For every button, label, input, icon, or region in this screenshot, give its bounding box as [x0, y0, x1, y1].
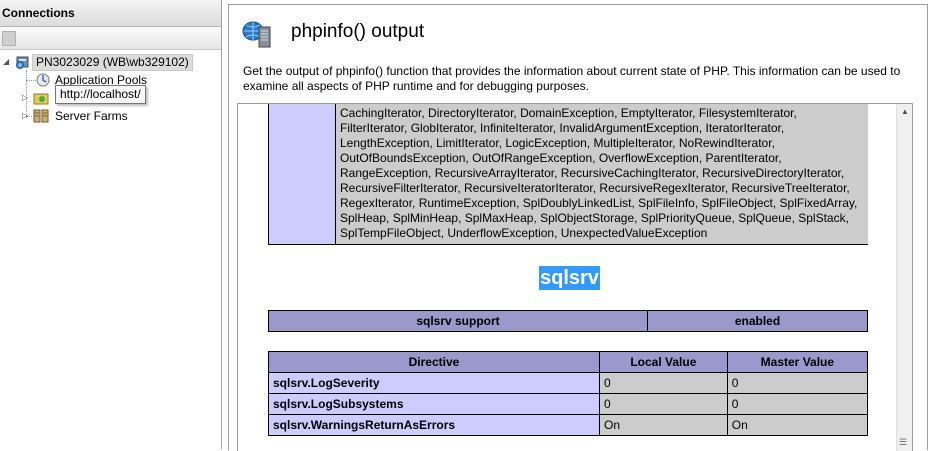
server-farms-label: Server Farms [55, 109, 128, 123]
local-value: 0 [599, 393, 728, 415]
server-farms-icon [33, 109, 49, 123]
table-row: sqlsrv.WarningsReturnAsErrors On On [268, 414, 869, 436]
spl-classes-key-cell [269, 104, 336, 244]
class-list-line: SplHeap, SplMinHeap, SplMaxHeap, SplObje… [340, 211, 849, 225]
master-value: 0 [726, 372, 869, 394]
class-list-line: FilterIterator, GlobIterator, InfiniteIt… [340, 121, 785, 135]
class-list-line: RangeException, RecursiveArrayIterator, … [340, 166, 845, 180]
application-pools-icon [36, 73, 50, 87]
table-header-row: Directive Local Value Master Value [268, 351, 869, 373]
class-list-line: CachingIterator, DirectoryIterator, Doma… [340, 106, 797, 120]
directive-header: Directive [268, 351, 600, 373]
expand-arrow-icon[interactable]: ▷ [22, 94, 30, 102]
scroll-up-arrow-icon[interactable]: ▲ [901, 107, 909, 116]
table-row: sqlsrv.LogSubsystems 0 0 [268, 393, 869, 415]
class-list-line: RegexIterator, RuntimeException, SplDoub… [340, 196, 858, 210]
server-icon [16, 56, 29, 69]
tree-node-server-farms[interactable]: ▷ Server Farms [0, 107, 200, 125]
master-value-header: Master Value [726, 351, 869, 373]
tree-node-server[interactable]: ◢ PN3023029 (WB\wb329102) [0, 53, 221, 71]
php-server-icon [242, 21, 271, 48]
support-value-cell: enabled [647, 310, 868, 332]
resize-grip-icon[interactable]: ☰ [899, 438, 910, 447]
support-label-cell: sqlsrv support [268, 310, 648, 332]
expand-arrow-icon[interactable]: ▷ [22, 112, 30, 120]
directive-name: sqlsrv.LogSubsystems [268, 393, 600, 415]
directive-name: sqlsrv.LogSeverity [268, 372, 600, 394]
page-description: Get the output of phpinfo() function tha… [243, 64, 901, 93]
spl-classes-row: CachingIterator, DirectoryIterator, Doma… [268, 104, 868, 245]
connections-pane: Connections ◢ PN3023029 (WB\wb329102) Ap… [0, 0, 222, 449]
directive-name: sqlsrv.WarningsReturnAsErrors [268, 414, 600, 436]
table-row: sqlsrv support enabled [268, 310, 868, 332]
vertical-scrollbar[interactable]: ▲ ☰ [896, 104, 912, 451]
url-tooltip: http://localhost/ [55, 85, 146, 104]
local-value-header: Local Value [599, 351, 728, 373]
class-list-line: SplTempFileObject, UnderflowException, U… [340, 226, 708, 240]
spl-classes-value-cell: CachingIterator, DirectoryIterator, Doma… [336, 104, 868, 244]
connections-toolbar [0, 27, 221, 50]
server-label: PN3023029 (WB\wb329102) [32, 54, 193, 71]
local-value: On [599, 414, 728, 436]
sqlsrv-directives-table: Directive Local Value Master Value sqlsr… [268, 351, 869, 436]
main-pane: phpinfo() output Get the output of phpin… [228, 4, 928, 451]
phpinfo-output-view[interactable]: CachingIterator, DirectoryIterator, Doma… [237, 103, 913, 451]
class-list-line: LengthException, LimitIterator, LogicExc… [340, 136, 775, 150]
local-value: 0 [599, 372, 728, 394]
class-list-line: OutOfBoundsException, OutOfRangeExceptio… [340, 151, 782, 165]
new-connection-icon[interactable] [2, 31, 16, 46]
master-value: On [726, 414, 869, 436]
page-title: phpinfo() output [291, 21, 425, 42]
collapse-arrow-icon[interactable]: ◢ [3, 58, 11, 66]
connections-header: Connections [0, 0, 221, 27]
module-heading-sqlsrv: sqlsrv [539, 266, 600, 290]
class-list-line: RecursiveFilterIterator, RecursiveIterat… [340, 181, 850, 195]
master-value: 0 [726, 393, 869, 415]
sites-folder-icon [33, 93, 49, 105]
table-row: sqlsrv.LogSeverity 0 0 [268, 372, 869, 394]
sqlsrv-support-table: sqlsrv support enabled [268, 310, 868, 332]
